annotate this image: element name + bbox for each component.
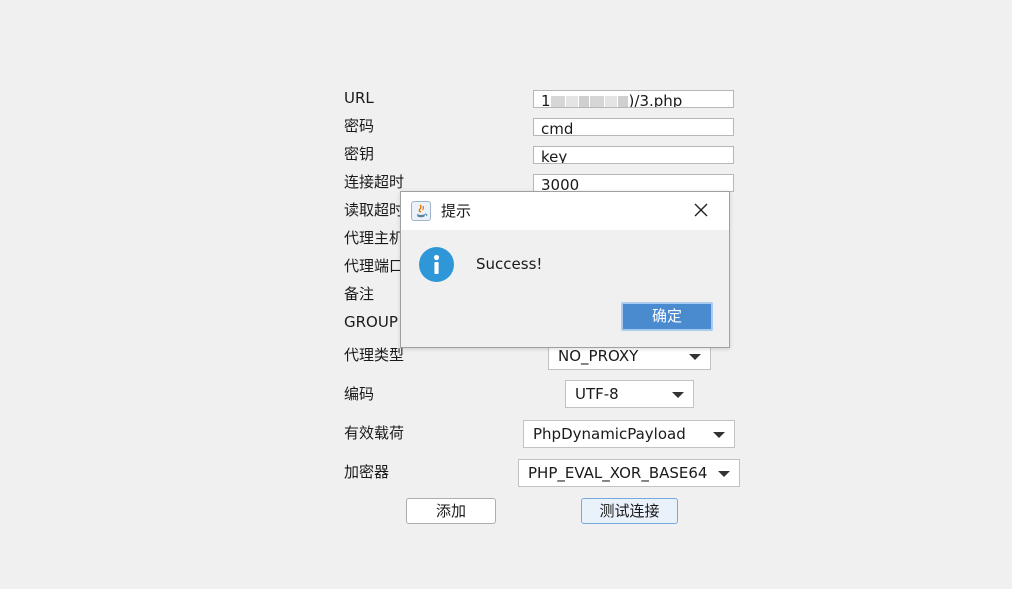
connect-timeout-field[interactable]: 3000 bbox=[533, 174, 734, 192]
url-field[interactable]: 1 )/3.php bbox=[533, 90, 734, 108]
redacted-block bbox=[550, 96, 565, 107]
ok-button[interactable]: 确定 bbox=[621, 302, 713, 331]
group-label: GROUP bbox=[344, 313, 398, 331]
read-timeout-label: 读取超时 bbox=[344, 201, 405, 219]
redacted-block bbox=[565, 96, 578, 107]
proxy-type-value: NO_PROXY bbox=[558, 347, 639, 365]
add-button[interactable]: 添加 bbox=[406, 498, 496, 524]
chevron-down-icon bbox=[718, 471, 730, 477]
password-field[interactable]: cmd bbox=[533, 118, 734, 136]
payload-value: PhpDynamicPayload bbox=[533, 425, 686, 443]
close-icon[interactable] bbox=[693, 202, 709, 218]
cryption-value: PHP_EVAL_XOR_BASE64 bbox=[528, 464, 708, 482]
remark-label: 备注 bbox=[344, 285, 375, 303]
key-field[interactable]: key bbox=[533, 146, 734, 164]
dialog-message: Success! bbox=[476, 255, 543, 273]
url-label: URL bbox=[344, 89, 374, 107]
java-app-icon bbox=[411, 201, 431, 221]
cryption-label: 加密器 bbox=[344, 463, 390, 481]
chevron-down-icon bbox=[672, 392, 684, 398]
password-label: 密码 bbox=[344, 117, 375, 135]
redacted-block bbox=[617, 96, 628, 107]
chevron-down-icon bbox=[689, 354, 701, 360]
proxy-type-label: 代理类型 bbox=[344, 346, 405, 364]
payload-select[interactable]: PhpDynamicPayload bbox=[523, 420, 735, 448]
message-dialog: 提示 Success! 确定 bbox=[400, 191, 730, 348]
cryption-select[interactable]: PHP_EVAL_XOR_BASE64 bbox=[518, 459, 740, 487]
redacted-block bbox=[589, 96, 604, 107]
connect-timeout-label: 连接超时 bbox=[344, 173, 405, 191]
test-connection-button[interactable]: 测试连接 bbox=[581, 498, 678, 524]
encoding-label: 编码 bbox=[344, 385, 375, 403]
dialog-title: 提示 bbox=[441, 202, 472, 220]
redacted-block bbox=[604, 96, 617, 107]
dialog-title-bar[interactable]: 提示 bbox=[401, 192, 729, 230]
key-label: 密钥 bbox=[344, 145, 375, 163]
encoding-select[interactable]: UTF-8 bbox=[565, 380, 694, 408]
encoding-value: UTF-8 bbox=[575, 385, 619, 403]
proxy-host-label: 代理主机 bbox=[344, 229, 405, 247]
payload-label: 有效载荷 bbox=[344, 424, 405, 442]
redacted-block bbox=[578, 96, 589, 107]
proxy-port-label: 代理端口 bbox=[344, 257, 405, 275]
chevron-down-icon bbox=[713, 432, 725, 438]
url-value-end: )/3.php bbox=[628, 92, 683, 108]
info-icon bbox=[419, 247, 454, 282]
url-value-start: 1 bbox=[541, 92, 551, 108]
